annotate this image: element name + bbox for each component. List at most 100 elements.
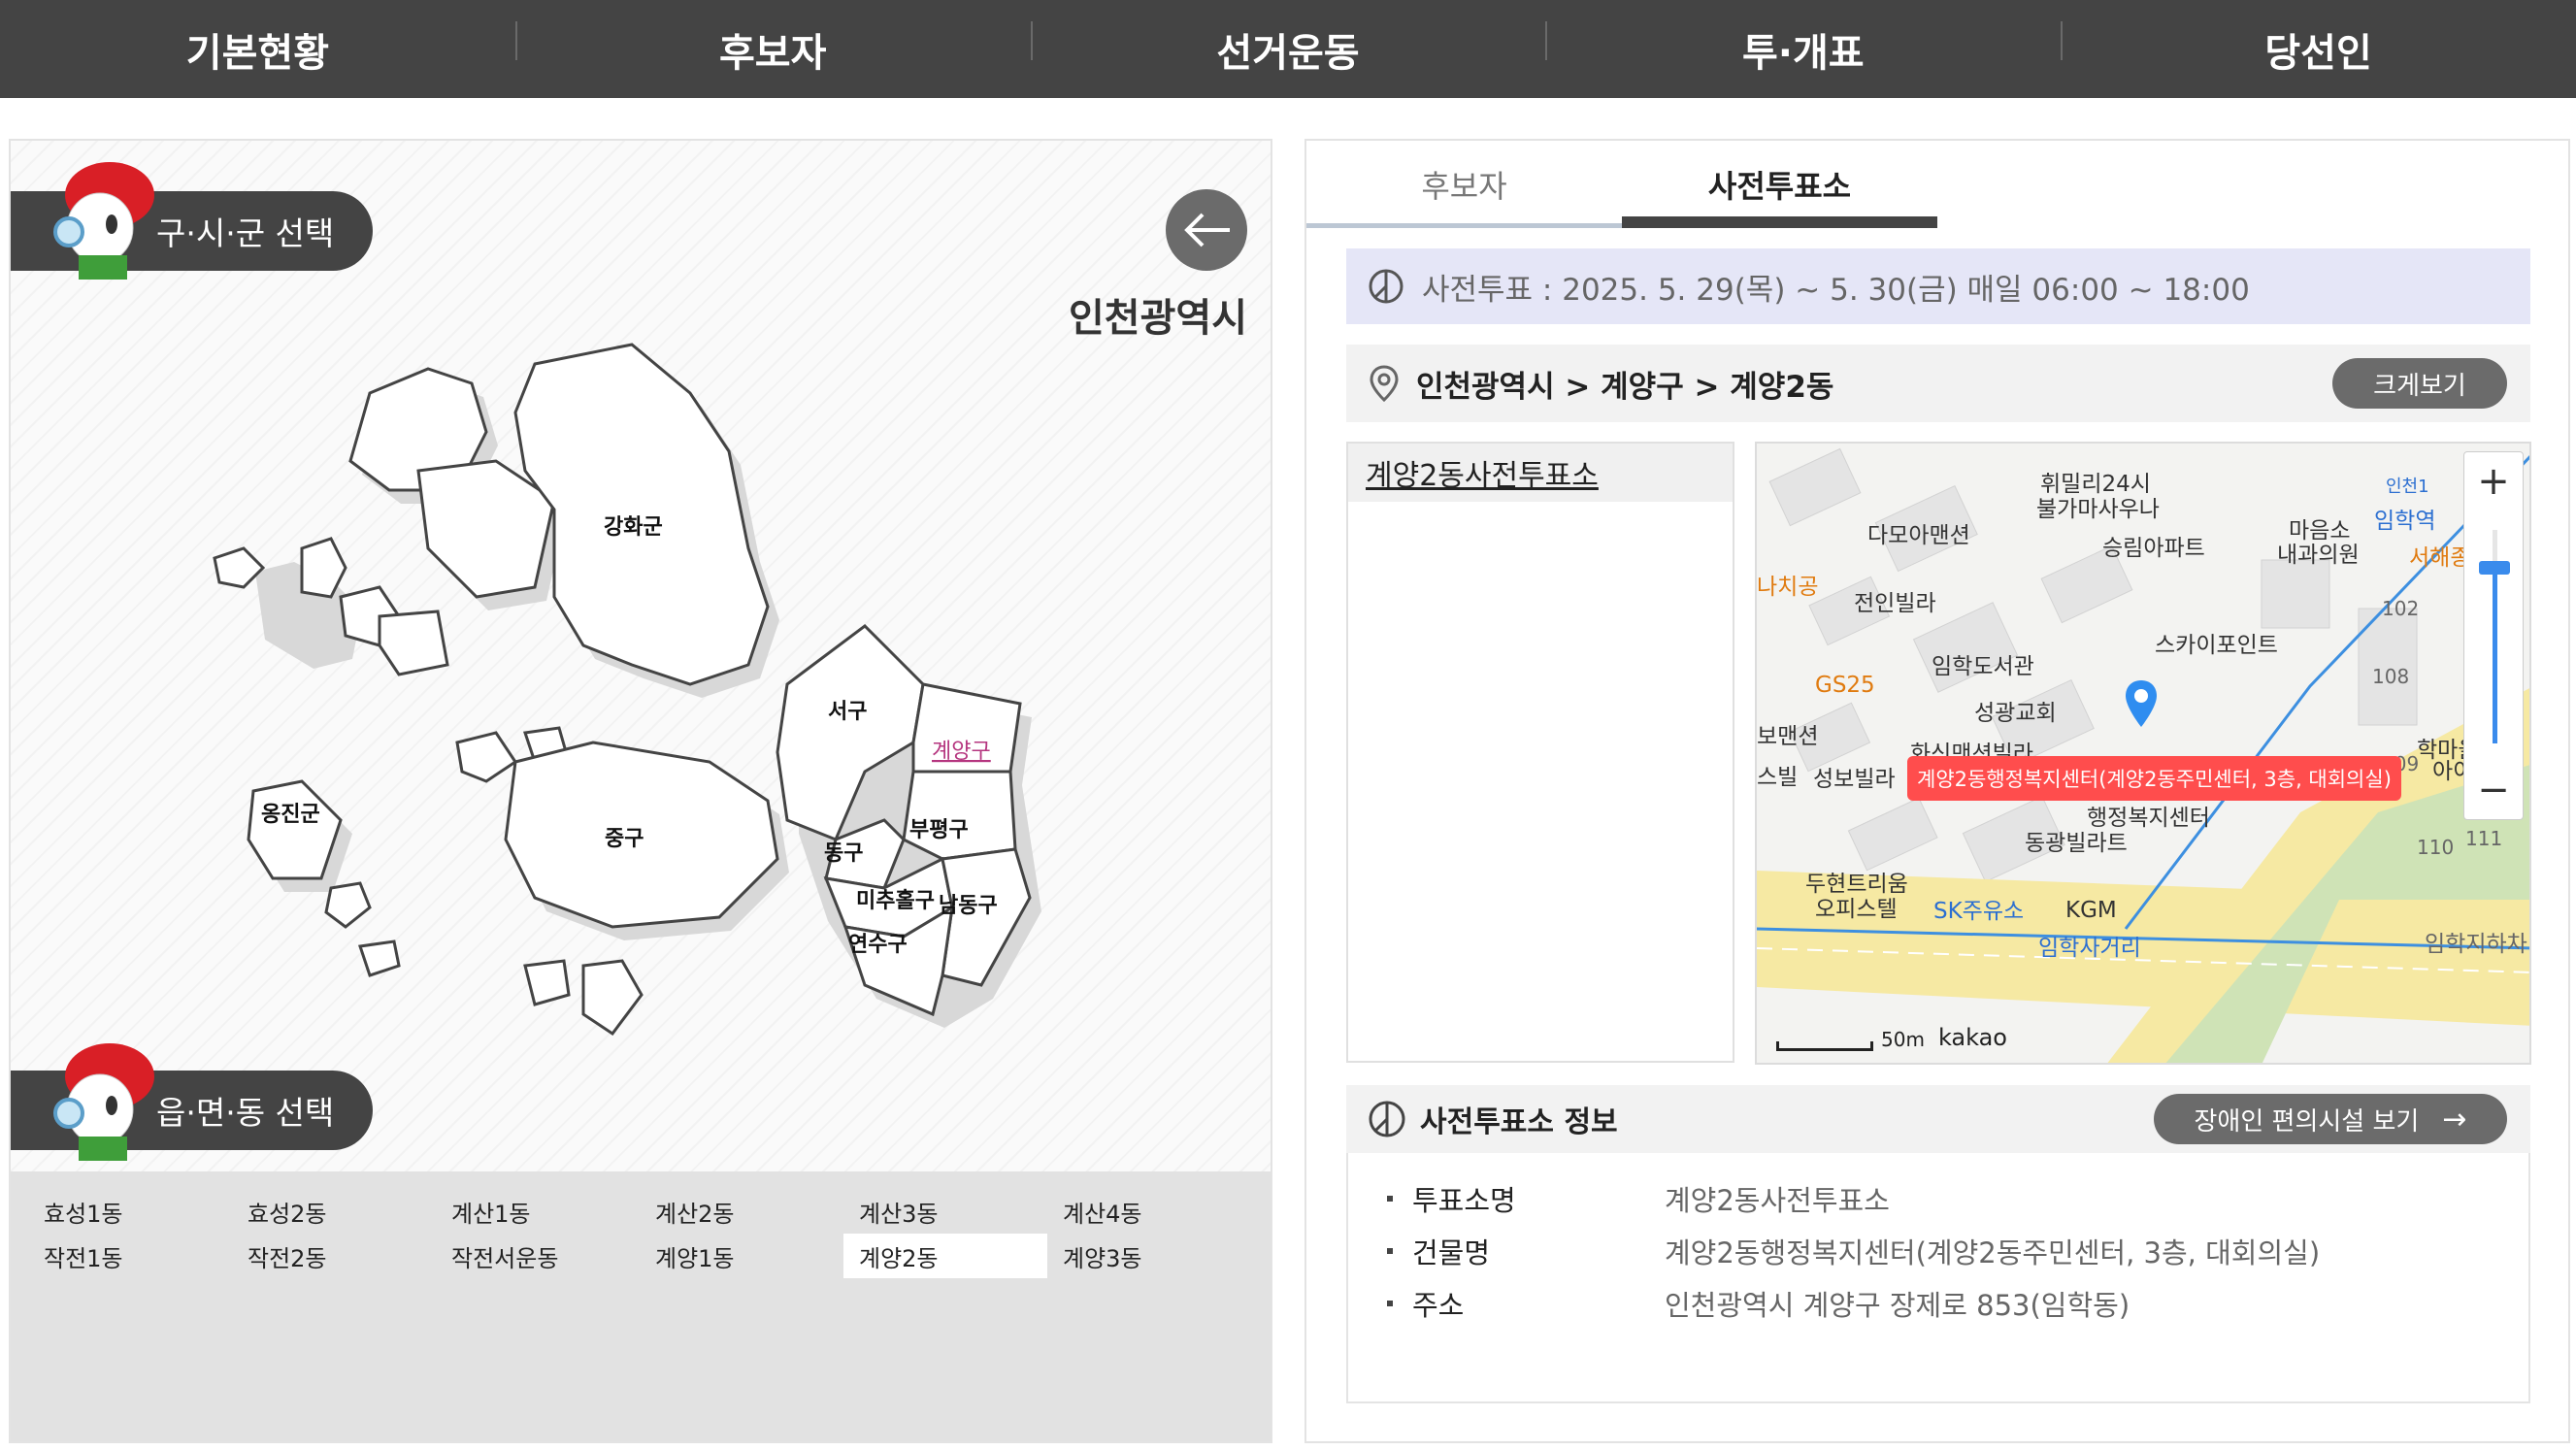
dong-item[interactable]: 계산4동	[1047, 1189, 1251, 1234]
info-row: 주소 인천광역시 계양구 장제로 853(임학동)	[1387, 1277, 2528, 1330]
map-label-michuhol[interactable]: 미추홀구	[856, 888, 935, 913]
station-list: 계양2동사전투표소	[1346, 442, 1734, 1063]
info-value: 인천광역시 계양구 장제로 853(임학동)	[1665, 1289, 2130, 1322]
map-ongjin	[247, 779, 343, 880]
map-zoom-control: + −	[2463, 451, 2524, 820]
enlarge-map-button[interactable]: 크게보기	[2332, 358, 2507, 409]
accessibility-button-label: 장애인 편의시설 보기	[2194, 1106, 2420, 1137]
nav-campaign[interactable]: 선거운동	[1030, 0, 1546, 98]
map-label-bupyeong[interactable]: 부평구	[909, 818, 969, 842]
info-row: 투표소명 계양2동사전투표소	[1387, 1172, 2528, 1225]
dong-item[interactable]: 작전서운동	[436, 1234, 640, 1278]
zoom-out-button[interactable]: −	[2464, 761, 2523, 819]
tab-candidates[interactable]: 후보자	[1306, 141, 1622, 228]
dong-grid: 효성1동 효성2동 계산1동 계산2동 계산3동 계산4동 작전1동 작전2동 …	[28, 1189, 1257, 1278]
map-label: 나치공	[1757, 575, 1819, 600]
info-value: 계양2동행정복지센터(계양2동주민센터, 3층, 대회의실)	[1665, 1236, 2321, 1269]
station-list-item[interactable]: 계양2동사전투표소	[1348, 444, 1733, 502]
kakao-logo: kakao	[1937, 1024, 2007, 1051]
map-label: 임학도서관	[1932, 654, 2034, 679]
bullet-icon	[1387, 1301, 1393, 1306]
zoom-level-fill	[2493, 569, 2497, 743]
nav-voting-counting[interactable]: 투·개표	[1545, 0, 2061, 98]
top-nav: 기본현황 후보자 선거운동 투·개표 당선인	[0, 0, 2576, 98]
dong-item[interactable]: 계양1동	[640, 1234, 843, 1278]
nav-basic-status[interactable]: 기본현황	[0, 0, 515, 98]
info-row: 건물명 계양2동행정복지센터(계양2동주민센터, 3층, 대회의실)	[1387, 1225, 2528, 1277]
bullet-icon	[1387, 1196, 1393, 1202]
zoom-slider-handle[interactable]	[2479, 561, 2510, 575]
map-label: SK주유소	[1933, 899, 2025, 924]
map-label: 내과의원	[2277, 543, 2360, 568]
voting-period-bar: 사전투표 : 2025. 5. 29(목) ~ 5. 30(금) 매일 06:0…	[1346, 248, 2530, 324]
dong-item[interactable]: 효성1동	[28, 1189, 232, 1234]
station-info-box: 투표소명 계양2동사전투표소 건물명 계양2동행정복지센터(계양2동주민센터, …	[1346, 1153, 2530, 1403]
dong-item[interactable]: 효성2동	[232, 1189, 436, 1234]
dong-item[interactable]: 작전2동	[232, 1234, 436, 1278]
map-island-9	[455, 731, 518, 783]
voting-period-text: 사전투표 : 2025. 5. 29(목) ~ 5. 30(금) 매일 06:0…	[1422, 272, 2250, 308]
incheon-map: 강화군 옹진군 서구 계양구 중구 부평구 동구 미추홀구 남동구 연수구	[213, 343, 1041, 1037]
map-label: 보맨션	[1757, 724, 1819, 749]
map-scale: 50m kakao	[1776, 1024, 2007, 1051]
map-island-6	[378, 610, 449, 676]
map-label-ganghwa[interactable]: 강화군	[604, 515, 663, 540]
dong-select-label: 읍·면·동 선택	[156, 1094, 335, 1132]
dong-item[interactable]: 계산1동	[436, 1189, 640, 1234]
location-bar: 인천광역시 > 계양구 > 계양2동 크게보기	[1346, 345, 2530, 422]
map-island-12	[581, 959, 644, 1037]
location-pin-icon	[1370, 365, 1399, 402]
map-label: KGM	[2065, 898, 2117, 923]
dong-item[interactable]: 계양3동	[1047, 1234, 1251, 1278]
map-label: 110	[2417, 836, 2455, 859]
zoom-in-button[interactable]: +	[2464, 452, 2523, 511]
map-label: 불가마사우나	[2036, 497, 2160, 522]
dong-list-area: 효성1동 효성2동 계산1동 계산2동 계산3동 계산4동 작전1동 작전2동 …	[11, 1171, 1271, 1441]
map-label: 임학역	[2374, 509, 2436, 534]
tab-bar: 후보자 사전투표소	[1306, 141, 1937, 228]
info-key: 주소	[1412, 1289, 1465, 1322]
location-map[interactable]: 휘밀리24시 불가마사우나 다모아맨션 승림아파트 마음소 내과의원 임학역 인…	[1755, 442, 2531, 1065]
map-label-jung[interactable]: 중구	[605, 827, 644, 851]
map-label: 승림아파트	[2102, 536, 2205, 561]
ballot-icon	[1369, 1101, 1405, 1137]
scale-label: 50m	[1881, 1028, 1925, 1051]
scale-bar	[1776, 1041, 1873, 1051]
info-key: 건물명	[1412, 1236, 1491, 1269]
accessibility-facilities-button[interactable]: 장애인 편의시설 보기 →	[2154, 1094, 2507, 1144]
map-label-dong[interactable]: 동구	[824, 841, 863, 866]
ballot-icon	[1369, 269, 1404, 304]
map-label: 서해종	[2409, 545, 2471, 571]
map-label: 임학사거리	[2038, 936, 2141, 961]
tab-early-voting[interactable]: 사전투표소	[1622, 141, 1937, 228]
map-label: 성보빌라	[1813, 767, 1896, 792]
info-value: 계양2동사전투표소	[1665, 1184, 1890, 1217]
map-label: 성광교회	[1974, 701, 2057, 726]
arrow-right-icon: →	[2442, 1102, 2467, 1137]
dong-item[interactable]: 계산2동	[640, 1189, 843, 1234]
map-label: 오피스텔	[1815, 897, 1898, 922]
mascot-icon-2	[53, 1043, 154, 1161]
map-label-seo[interactable]: 서구	[828, 700, 867, 724]
map-marker-icon[interactable]	[2124, 678, 2159, 729]
map-label: 102	[2382, 597, 2420, 620]
bullet-icon	[1387, 1248, 1393, 1254]
station-info-title: 사전투표소 정보	[1420, 1105, 1618, 1139]
map-label: 임학지하차	[2425, 932, 2527, 957]
map-label-namdong[interactable]: 남동구	[939, 894, 998, 918]
nav-candidates[interactable]: 후보자	[514, 0, 1031, 98]
dong-item[interactable]: 작전1동	[28, 1234, 232, 1278]
map-label: 다모아맨션	[1867, 523, 1970, 548]
map-label-gyeyang[interactable]: 계양구	[932, 740, 991, 764]
map-ganghwa	[513, 343, 770, 686]
map-label-yeonsu[interactable]: 연수구	[848, 933, 908, 957]
nav-elected[interactable]: 당선인	[2061, 0, 2576, 98]
map-label: 108	[2372, 665, 2410, 688]
dong-item[interactable]: 계산3동	[843, 1189, 1047, 1234]
map-marker-label: 계양2동행정복지센터(계양2동주민센터, 3층, 대회의실)	[1907, 756, 2401, 801]
map-label-ongjin[interactable]: 옹진군	[261, 803, 320, 827]
map-label: 스카이포인트	[2155, 633, 2278, 658]
map-label: 동광빌라트	[2025, 831, 2128, 856]
map-label: 스빌	[1757, 765, 1799, 790]
dong-item-selected[interactable]: 계양2동	[843, 1234, 1047, 1278]
